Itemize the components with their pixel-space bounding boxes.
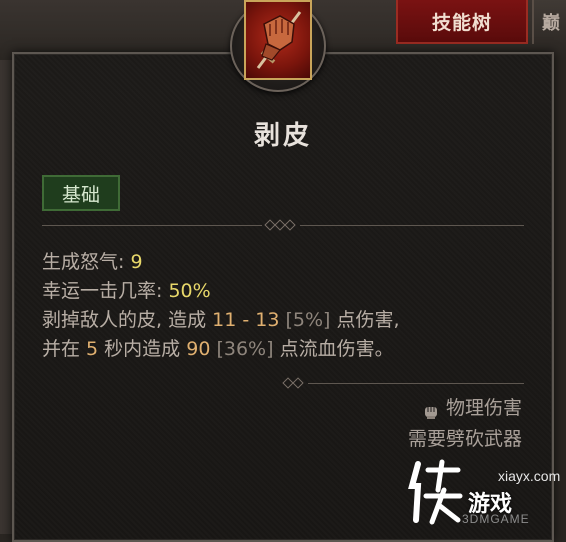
watermark-domain: xiayx.com <box>498 468 561 484</box>
fist-icon <box>422 400 440 419</box>
skill-stats: 生成怒气: 9 幸运一击几率: 50% 剥掉敌人的皮, 造成 11 - 13 [… <box>42 248 542 364</box>
damage-range: 11 - 13 <box>212 309 280 331</box>
watermark-site: 3DMGAME <box>462 512 530 526</box>
bleed-seconds: 5 <box>86 338 99 360</box>
tab-paragon[interactable]: 巅 <box>532 0 566 44</box>
fury-row: 生成怒气: 9 <box>42 248 542 277</box>
gauntlet-sword-icon <box>244 0 312 80</box>
lucky-hit-row: 幸运一击几率: 50% <box>42 277 542 306</box>
desc2-text-b: 秒内造成 <box>98 338 187 360</box>
divider-bottom <box>262 377 524 390</box>
desc2-text-c: 点流血伤害。 <box>273 338 394 360</box>
damage-percent: [5%] <box>279 309 331 331</box>
damage-type-label: 物理伤害 <box>445 397 522 419</box>
weapon-requirement-label: 需要劈砍武器 <box>407 428 522 450</box>
bleed-damage: 90 <box>186 338 211 360</box>
skill-title: 剥皮 <box>253 121 312 151</box>
divider-top <box>42 219 524 232</box>
description-line-1: 剥掉敌人的皮, 造成 11 - 13 [5%] 点伤害, <box>42 306 542 335</box>
skill-meta: 物理伤害 需要劈砍武器 <box>408 393 522 455</box>
bleed-percent: [36%] <box>210 338 274 360</box>
fury-label: 生成怒气: <box>42 251 131 273</box>
requirement-row: 需要劈砍武器 <box>408 424 522 455</box>
watermark-logo-icon <box>404 456 464 528</box>
skill-category-badge: 基础 <box>42 175 120 211</box>
tab-skill-tree[interactable]: 技能树 <box>396 0 528 44</box>
desc2-text-a: 并在 <box>42 338 87 360</box>
lucky-hit-value: 50% <box>168 280 211 302</box>
lucky-hit-label: 幸运一击几率: <box>42 280 169 302</box>
desc1-text-a: 剥掉敌人的皮, 造成 <box>42 309 213 331</box>
fury-value: 9 <box>130 251 143 273</box>
damage-type-row: 物理伤害 <box>408 393 522 424</box>
description-line-2: 并在 5 秒内造成 90 [36%] 点流血伤害。 <box>42 335 542 364</box>
desc1-text-b: 点伤害, <box>330 309 400 331</box>
